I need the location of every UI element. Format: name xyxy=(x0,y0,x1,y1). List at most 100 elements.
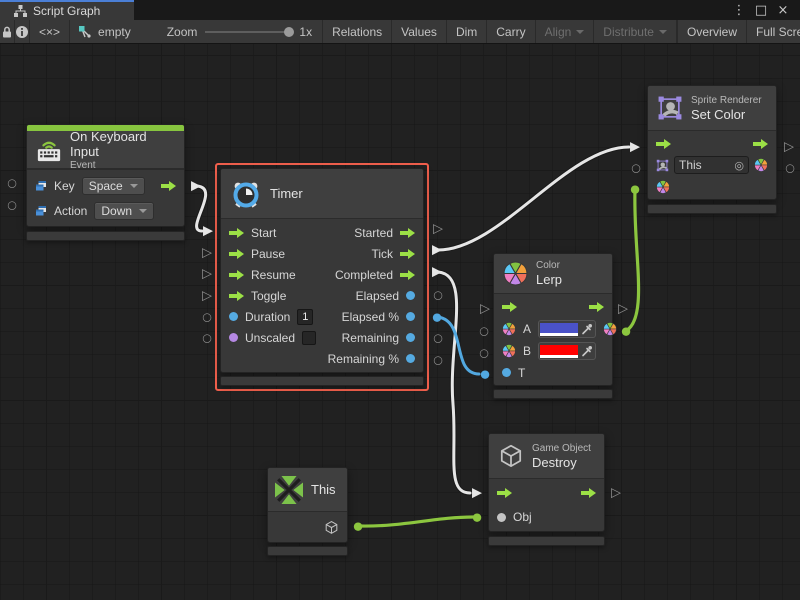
timer-selection-outline: Timer Start Started Pause Tick xyxy=(215,163,429,391)
timer-unscaled-ext-port[interactable]: ○ xyxy=(202,333,212,344)
timer-elapsedpct-ext-port[interactable]: ● xyxy=(432,312,442,323)
node-setcolor[interactable]: Sprite Renderer Set Color This ◎ xyxy=(647,85,777,214)
keyboard-trigger-ext-port[interactable]: ▶ xyxy=(191,180,201,193)
t-in-port[interactable] xyxy=(502,368,511,377)
node-on-keyboard-input[interactable]: On Keyboard Input Event Key Space xyxy=(26,124,185,241)
current-graph-chip[interactable]: empty xyxy=(70,20,139,43)
obj-in-port[interactable] xyxy=(497,513,506,522)
setcolor-color-ext-port[interactable]: ● xyxy=(630,184,640,195)
key-dropdown[interactable]: Space xyxy=(82,177,145,195)
unscaled-checkbox[interactable] xyxy=(302,331,316,345)
setcolor-flow-out-ext-port[interactable]: ▷ xyxy=(784,141,794,154)
started-out-port[interactable] xyxy=(400,228,415,238)
dim-button[interactable]: Dim xyxy=(447,20,487,43)
unscaled-in-port[interactable] xyxy=(229,333,238,342)
elapsed-pct-out-port[interactable] xyxy=(406,312,415,321)
maximize-icon[interactable]: □ xyxy=(752,3,770,18)
destroy-flow-in-port[interactable] xyxy=(497,488,512,498)
color-a-field[interactable] xyxy=(538,320,596,338)
elapsed-out-port[interactable] xyxy=(406,291,415,300)
fullscreen-button[interactable]: Full Screen xyxy=(747,20,800,43)
distribute-dropdown[interactable]: Distribute xyxy=(594,20,677,43)
toggle-in-port[interactable] xyxy=(229,291,244,301)
lerp-color-out-ext-port[interactable]: ● xyxy=(621,326,631,337)
graph-canvas[interactable]: On Keyboard Input Event Key Space xyxy=(0,44,800,600)
tab-script-graph[interactable]: Script Graph xyxy=(0,0,134,20)
node-timer[interactable]: Timer Start Started Pause Tick xyxy=(220,168,424,386)
tick-out-port[interactable] xyxy=(400,249,415,259)
align-dropdown[interactable]: Align xyxy=(536,20,595,43)
wire-tick-to-setcolor-flow[interactable] xyxy=(438,147,629,250)
color-in-port[interactable] xyxy=(656,180,670,194)
timer-tick-ext-port[interactable]: ▶ xyxy=(432,244,442,257)
lerp-flow-out-port[interactable] xyxy=(589,302,604,312)
lerp-flow-in-ext-port[interactable]: ▷ xyxy=(480,303,490,316)
lerp-t-ext-port[interactable]: ● xyxy=(480,369,490,380)
timer-started-ext-port[interactable]: ▷ xyxy=(433,223,443,236)
window-menu-icon[interactable]: ⋮ xyxy=(730,3,748,18)
lerp-b-ext-port[interactable]: ○ xyxy=(479,348,489,359)
t-label: T xyxy=(518,366,525,380)
timer-start-ext-port[interactable]: ▶ xyxy=(203,225,213,238)
caret-down-icon xyxy=(659,30,667,34)
lerp-flow-in-port[interactable] xyxy=(502,302,517,312)
destroy-flow-out-ext-port[interactable]: ▷ xyxy=(611,487,621,500)
wire-this-to-destroy-obj[interactable] xyxy=(359,517,473,526)
code-view-toggle[interactable]: <×> xyxy=(30,20,70,43)
duration-input[interactable]: 1 xyxy=(297,309,313,325)
pause-in-port[interactable] xyxy=(229,249,244,259)
object-picker-icon[interactable]: ◎ xyxy=(734,159,744,172)
setcolor-flow-out-port[interactable] xyxy=(753,139,768,149)
destroy-flow-out-port[interactable] xyxy=(581,488,596,498)
trigger-out-port[interactable] xyxy=(161,181,176,191)
timer-completed-ext-port[interactable]: ▶ xyxy=(432,266,442,279)
lerp-a-ext-port[interactable]: ○ xyxy=(479,326,489,337)
timer-pause-ext-port[interactable]: ▷ xyxy=(202,247,212,260)
node-this[interactable]: This xyxy=(267,467,348,556)
info-button[interactable] xyxy=(15,20,30,43)
node-destroy[interactable]: Game Object Destroy Obj xyxy=(488,433,605,546)
relations-button[interactable]: Relations xyxy=(323,20,392,43)
keyboard-action-ext-port[interactable]: ○ xyxy=(7,200,17,211)
lerp-flow-out-ext-port[interactable]: ▷ xyxy=(618,303,628,316)
this-out-ext-port[interactable]: ● xyxy=(353,521,363,532)
eyedropper-icon[interactable] xyxy=(580,322,594,336)
timer-duration-ext-port[interactable]: ○ xyxy=(202,312,212,323)
destroy-flow-in-ext-port[interactable]: ▶ xyxy=(472,487,482,500)
lock-button[interactable] xyxy=(0,20,15,43)
carry-button[interactable]: Carry xyxy=(487,20,535,43)
color-b-field[interactable] xyxy=(538,342,596,360)
wire-elapsedpct-to-lerp-t[interactable] xyxy=(438,317,479,374)
lerp-color-out-port[interactable] xyxy=(603,322,617,336)
setcolor-target-out-ext-port[interactable]: ○ xyxy=(785,163,795,174)
close-icon[interactable]: × xyxy=(774,3,792,18)
destroy-obj-ext-port[interactable]: ● xyxy=(472,512,482,523)
zoom-slider[interactable] xyxy=(205,31,291,33)
completed-out-port[interactable] xyxy=(400,270,415,280)
values-button[interactable]: Values xyxy=(392,20,447,43)
target-object-field[interactable]: This ◎ xyxy=(674,156,749,174)
remaining-pct-out-port[interactable] xyxy=(406,354,415,363)
setcolor-flow-in-ext-port[interactable]: ▶ xyxy=(630,141,640,154)
timer-remaining-ext-port[interactable]: ○ xyxy=(433,333,443,344)
remaining-out-port[interactable] xyxy=(406,333,415,342)
resume-in-port[interactable] xyxy=(229,270,244,280)
timer-remainingpct-ext-port[interactable]: ○ xyxy=(433,355,443,366)
keyboard-node-header: On Keyboard Input Event xyxy=(27,131,184,169)
node-color-lerp[interactable]: Color Lerp A xyxy=(493,253,613,399)
start-in-port[interactable] xyxy=(229,228,244,238)
target-out-port[interactable] xyxy=(754,158,768,172)
zoom-slider-handle[interactable] xyxy=(284,27,294,37)
setcolor-node-title: Set Color xyxy=(691,107,762,122)
timer-resume-ext-port[interactable]: ▷ xyxy=(202,268,212,281)
setcolor-flow-in-port[interactable] xyxy=(656,139,671,149)
setcolor-target-ext-port[interactable]: ○ xyxy=(631,163,641,174)
timer-toggle-ext-port[interactable]: ▷ xyxy=(202,290,212,303)
this-gameobject-out-port[interactable] xyxy=(324,520,339,535)
duration-in-port[interactable] xyxy=(229,312,238,321)
timer-elapsed-ext-port[interactable]: ○ xyxy=(433,290,443,301)
action-dropdown[interactable]: Down xyxy=(94,202,154,220)
overview-button[interactable]: Overview xyxy=(677,20,747,43)
eyedropper-icon[interactable] xyxy=(580,344,594,358)
keyboard-key-ext-port[interactable]: ○ xyxy=(7,178,17,189)
